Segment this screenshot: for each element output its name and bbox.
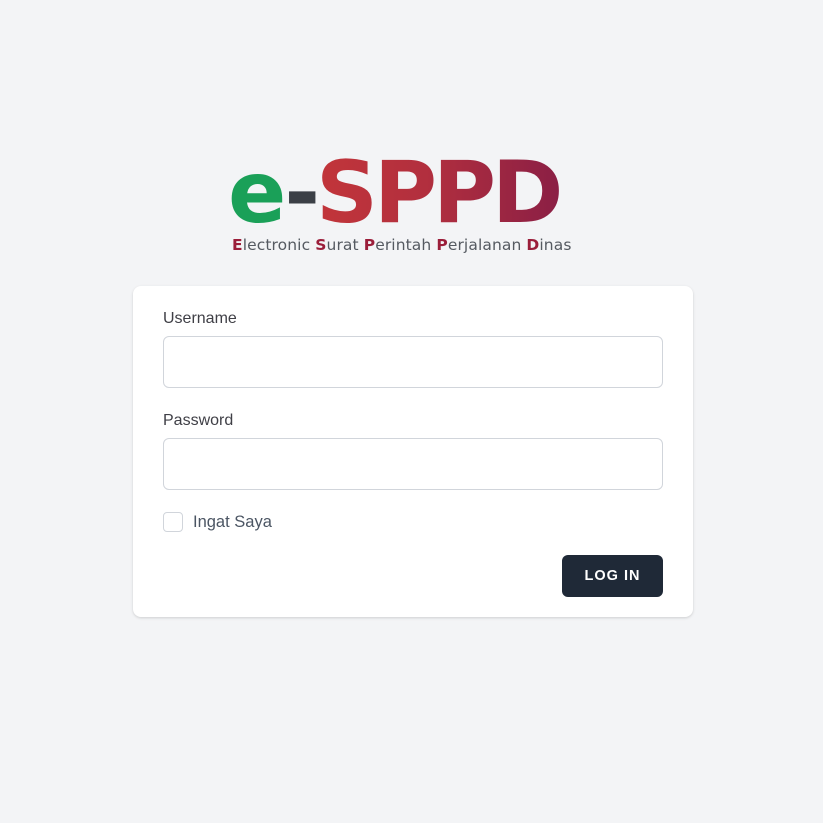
- password-input[interactable]: [163, 438, 663, 490]
- subtitle-word: Electronic: [232, 236, 316, 254]
- app-logo: e - SPPD Electronic Surat Perintah Perja…: [228, 143, 600, 258]
- login-button[interactable]: LOG IN: [562, 555, 663, 597]
- subtitle-word: Surat: [315, 236, 364, 254]
- username-label: Username: [163, 310, 237, 327]
- remember-me[interactable]: Ingat Saya: [163, 512, 272, 532]
- logo-sppd: SPPD: [316, 143, 563, 243]
- remember-me-label[interactable]: Ingat Saya: [193, 513, 272, 532]
- subtitle-word: Perjalanan: [436, 236, 527, 254]
- login-page: e - SPPD Electronic Surat Perintah Perja…: [0, 0, 823, 823]
- logo-e: e: [228, 143, 286, 243]
- logo-subtitle: Electronic Surat Perintah Perjalanan Din…: [232, 236, 572, 254]
- subtitle-word: Perintah: [363, 236, 437, 254]
- logo-dash: -: [284, 143, 320, 243]
- username-input[interactable]: [163, 336, 663, 388]
- password-label: Password: [163, 412, 234, 429]
- subtitle-word: Dinas: [526, 236, 572, 254]
- login-card: Username Password Ingat Saya LOG IN: [133, 286, 693, 617]
- remember-me-checkbox[interactable]: [163, 512, 183, 532]
- logo-wordmark: e - SPPD: [228, 143, 563, 243]
